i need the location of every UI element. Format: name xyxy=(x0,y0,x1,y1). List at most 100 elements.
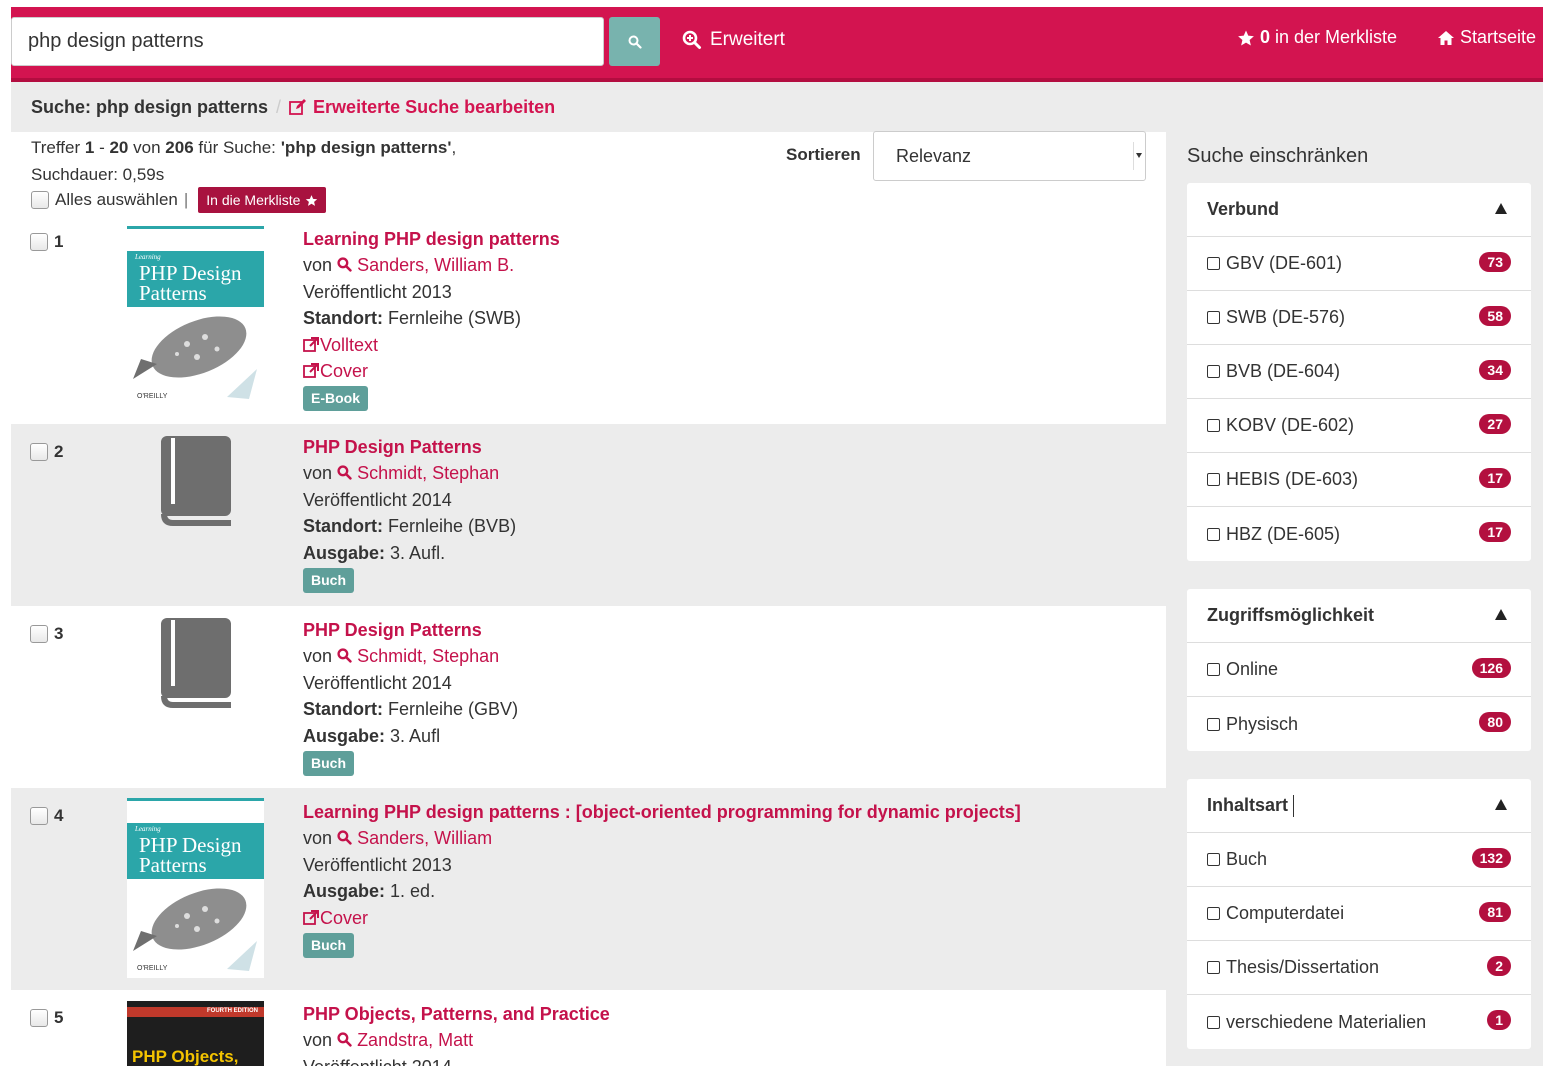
book-cover-image[interactable]: FOURTH EDITION PHP Objects, xyxy=(127,1001,264,1066)
fulltext-link[interactable]: Volltext xyxy=(303,332,560,358)
cover-label: Cover xyxy=(320,361,369,382)
facet-item[interactable]: verschiedene Materialien 1 xyxy=(1187,995,1531,1049)
result-by: von xyxy=(303,646,333,667)
result-checkbox[interactable] xyxy=(30,807,48,825)
author-name: Schmidt, Stephan xyxy=(357,463,500,484)
result-title-link[interactable]: PHP Design Patterns xyxy=(303,434,516,460)
fulltext-label: Volltext xyxy=(320,334,379,355)
facet-count-badge: 17 xyxy=(1479,468,1511,488)
book-cover-image[interactable]: Learning PHP Design Patterns O'REILLY xyxy=(127,798,264,978)
facet-item[interactable]: KOBV (DE-602) 27 xyxy=(1187,399,1531,453)
home-icon xyxy=(1438,30,1454,45)
facet-checkbox-icon xyxy=(1207,853,1220,866)
facet-label: HBZ (DE-605) xyxy=(1226,523,1341,544)
facet-count-badge: 1 xyxy=(1487,1010,1511,1030)
sort-label: Sortieren xyxy=(786,145,861,164)
author-name: Zandstra, Matt xyxy=(357,1030,474,1051)
select-all-label: Alles auswählen xyxy=(55,190,178,209)
result-title-link[interactable]: Learning PHP design patterns : [object-o… xyxy=(303,799,1021,825)
author-link[interactable]: Schmidt, Stephan xyxy=(337,463,499,483)
facet-checkbox-icon xyxy=(1207,257,1220,270)
chevron-down-icon xyxy=(1133,142,1143,170)
author-link[interactable]: Schmidt, Stephan xyxy=(337,646,499,666)
result-title-link[interactable]: PHP Objects, Patterns, and Practice xyxy=(303,1001,610,1027)
facet-item[interactable]: Physisch 80 xyxy=(1187,697,1531,751)
facet-panel-header[interactable]: Verbund xyxy=(1187,183,1531,237)
edition-label: Ausgabe: xyxy=(303,725,386,746)
facet-panel-header[interactable]: Zugriffsmöglichkeit xyxy=(1187,589,1531,643)
result-title-link[interactable]: PHP Design Patterns xyxy=(303,617,518,643)
result-checkbox[interactable] xyxy=(30,625,48,643)
facet-count-badge: 81 xyxy=(1479,902,1511,922)
edit-advanced-search-label: Erweiterte Suche bearbeiten xyxy=(313,96,556,117)
external-link-icon xyxy=(303,336,319,352)
cover-title-line-2: Patterns xyxy=(139,853,207,877)
location-value: Fernleihe (BVB) xyxy=(388,516,517,537)
results-prefix: Treffer xyxy=(31,138,81,157)
facet-item[interactable]: BVB (DE-604) 34 xyxy=(1187,345,1531,399)
result-by: von xyxy=(303,463,333,484)
facet-item[interactable]: Online 126 xyxy=(1187,643,1531,697)
cover-link[interactable]: Cover xyxy=(303,358,560,384)
facet-count-badge: 2 xyxy=(1487,956,1511,976)
facet-count-badge: 126 xyxy=(1471,658,1511,678)
fish-illustration xyxy=(133,316,257,399)
search-button[interactable] xyxy=(609,17,660,66)
facet-item[interactable]: HBZ (DE-605) 17 xyxy=(1187,507,1531,561)
cover-publisher-text: O'REILLY xyxy=(137,965,168,972)
search-icon xyxy=(337,465,352,481)
sidebar-heading: Suche einschränken xyxy=(1187,145,1369,167)
breadcrumb-search[interactable]: Suche: php design patterns xyxy=(31,97,268,118)
media-type-badge: E-Book xyxy=(303,386,368,412)
facet-count-badge: 132 xyxy=(1471,848,1511,868)
sort-select[interactable]: Relevanz xyxy=(873,131,1146,181)
book-cover-image[interactable]: Learning PHP Design Patterns O'REILLY xyxy=(127,226,264,406)
result-title-link[interactable]: Learning PHP design patterns xyxy=(303,226,560,252)
advanced-search-link[interactable]: Erweitert xyxy=(682,29,785,51)
cover-learning-text: Learning xyxy=(135,825,161,833)
cover-title-line-2: Patterns xyxy=(139,281,207,305)
watchlist-count: 0 xyxy=(1260,27,1271,47)
facet-label: BVB (DE-604) xyxy=(1226,361,1341,381)
facet-count-badge: 58 xyxy=(1479,306,1511,326)
result-by: von xyxy=(303,828,333,849)
author-link[interactable]: Sanders, William B. xyxy=(337,255,514,275)
breadcrumb-separator: / xyxy=(276,96,282,117)
home-label: Startseite xyxy=(1460,27,1537,47)
results-comma: , xyxy=(451,138,457,157)
facet-panel-verbund: Verbund GBV (DE-601) 73 SWB (DE-576) 58 BV… xyxy=(1187,183,1531,561)
results-of-label: von xyxy=(133,138,161,157)
home-link[interactable]: Startseite xyxy=(1437,27,1536,48)
search-icon xyxy=(337,830,352,846)
facet-checkbox-icon xyxy=(1207,907,1220,920)
add-to-watchlist-button[interactable]: In die Merkliste xyxy=(198,187,327,213)
result-checkbox[interactable] xyxy=(30,443,48,461)
result-number: 5 xyxy=(54,1008,64,1027)
author-link[interactable]: Zandstra, Matt xyxy=(337,1030,473,1050)
facet-item[interactable]: GBV (DE-601) 73 xyxy=(1187,237,1531,291)
facet-checkbox-icon xyxy=(1207,473,1220,486)
select-all-checkbox[interactable] xyxy=(31,191,49,209)
search-input[interactable] xyxy=(11,17,604,66)
edit-advanced-search-link[interactable]: Erweiterte Suche bearbeiten xyxy=(289,97,555,118)
result-number: 4 xyxy=(54,806,64,825)
top-bar: Erweitert 0 in der Merkliste Startseite xyxy=(11,7,1543,82)
result-checkbox[interactable] xyxy=(30,1009,48,1027)
book-placeholder-icon[interactable] xyxy=(157,618,235,708)
add-to-watchlist-label: In die Merkliste xyxy=(206,192,301,208)
author-link[interactable]: Sanders, William xyxy=(337,828,492,848)
cover-link[interactable]: Cover xyxy=(303,905,1021,931)
facet-item[interactable]: SWB (DE-576) 58 xyxy=(1187,291,1531,345)
external-link-icon xyxy=(303,909,319,925)
facet-item[interactable]: Thesis/Dissertation 2 xyxy=(1187,941,1531,995)
facet-item[interactable]: HEBIS (DE-603) 17 xyxy=(1187,453,1531,507)
location-label: Standort: xyxy=(303,308,383,329)
facet-item[interactable]: Buch 132 xyxy=(1187,833,1531,887)
watchlist-link[interactable]: 0 in der Merkliste xyxy=(1237,27,1397,48)
edition-value: 3. Aufl. xyxy=(390,542,446,563)
facet-item[interactable]: Computerdatei 81 xyxy=(1187,887,1531,941)
facet-panel-header[interactable]: Inhaltsart xyxy=(1187,779,1531,833)
result-checkbox[interactable] xyxy=(30,233,48,251)
facet-label: KOBV (DE-602) xyxy=(1226,415,1355,435)
book-placeholder-icon[interactable] xyxy=(157,436,235,526)
